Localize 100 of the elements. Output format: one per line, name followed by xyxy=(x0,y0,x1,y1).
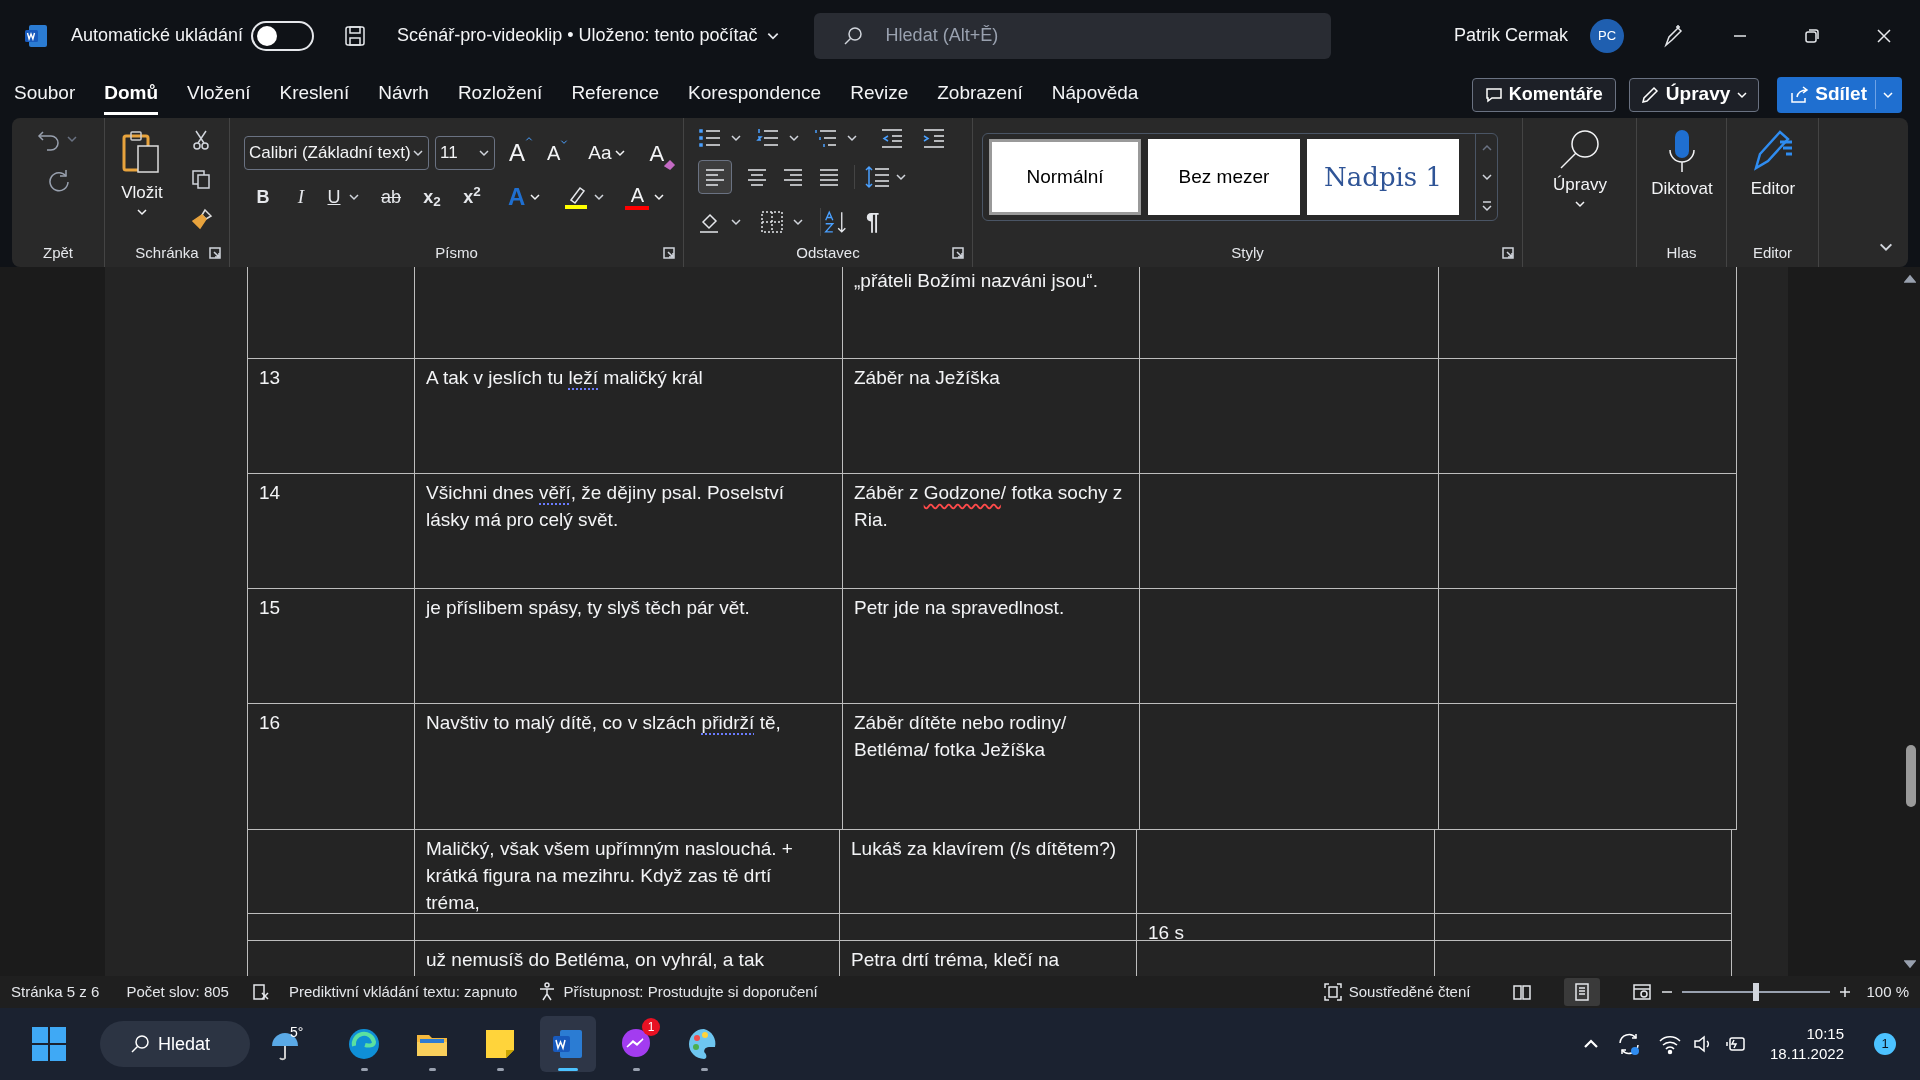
caret-icon[interactable] xyxy=(730,132,742,144)
editing-ribbon-button[interactable]: Úpravy xyxy=(1533,126,1627,210)
menu-tab[interactable]: Nápověda xyxy=(1051,74,1139,115)
menu-tab[interactable]: Soubor xyxy=(14,74,76,115)
page-count[interactable]: Stránka 5 z 6 xyxy=(11,980,100,1004)
menu-tab[interactable]: Korespondence xyxy=(688,74,822,115)
document-title[interactable]: Scénář-pro-videoklip • Uloženo: tento počítač xyxy=(397,22,780,49)
menu-tab[interactable]: Kreslení xyxy=(279,74,350,115)
italic-button[interactable]: I xyxy=(282,178,320,216)
user-avatar[interactable]: PC xyxy=(1590,18,1624,53)
editing-button[interactable]: Úpravy xyxy=(1628,77,1760,112)
caret-icon[interactable] xyxy=(792,216,804,228)
scroll-up-icon[interactable] xyxy=(1904,273,1916,285)
menu-tab[interactable]: Reference xyxy=(571,74,660,115)
word-count[interactable]: Počet slov: 805 xyxy=(126,980,229,1004)
predictive-text-status[interactable]: Prediktivní vkládání textu: zapnuto xyxy=(288,980,518,1004)
menu-tab[interactable]: Vložení xyxy=(187,74,251,115)
dialog-launcher-icon[interactable] xyxy=(209,247,221,259)
borders-icon[interactable] xyxy=(760,210,784,234)
cell-text: „přáteli Božími nazváni jsou“. xyxy=(854,269,1099,293)
eraser-icon xyxy=(664,157,677,170)
dialog-launcher-icon[interactable] xyxy=(1502,247,1514,259)
windows-start-icon[interactable] xyxy=(31,1026,67,1062)
underline-button[interactable]: U xyxy=(320,178,348,216)
super-button[interactable]: x$^{2}$ xyxy=(452,178,492,216)
share-button[interactable]: Sdílet xyxy=(1777,76,1902,113)
dictate-button[interactable]: Diktovat xyxy=(1639,128,1725,202)
caret-icon[interactable] xyxy=(412,147,424,159)
clock-date[interactable]: 18.11.2022 xyxy=(1770,1044,1844,1064)
proofing-icon[interactable] xyxy=(250,982,271,1002)
highlighter-icon[interactable] xyxy=(563,184,590,210)
bullet-list-icon[interactable] xyxy=(698,126,722,150)
style-option[interactable]: Nadpis 1 xyxy=(1307,139,1459,215)
line-spacing-icon[interactable] xyxy=(865,165,891,189)
editor-button[interactable]: Editor xyxy=(1729,128,1817,202)
search-field[interactable]: Hledat (Alt+Ě) xyxy=(813,12,1331,59)
caret-icon[interactable] xyxy=(348,191,360,203)
justify-icon[interactable] xyxy=(818,166,840,188)
save-icon[interactable] xyxy=(343,23,368,48)
menu-tab[interactable]: Revize xyxy=(850,74,909,115)
align-right-icon[interactable] xyxy=(782,166,804,188)
scrollbar-thumb[interactable] xyxy=(1906,745,1916,807)
sort-icon[interactable] xyxy=(820,208,848,236)
menu-tab[interactable]: Domů xyxy=(104,74,159,115)
cut-icon[interactable] xyxy=(191,130,211,150)
grow-font-button[interactable]: A xyxy=(509,135,533,171)
scroll-down-icon[interactable] xyxy=(1904,958,1916,970)
copy-icon[interactable] xyxy=(191,169,211,189)
clock-time[interactable]: 10:15 xyxy=(1806,1024,1844,1044)
more-styles-icon[interactable] xyxy=(1480,199,1493,212)
caret-icon[interactable] xyxy=(478,147,490,159)
zoom-slider[interactable] xyxy=(1682,983,1831,1001)
caret-icon[interactable] xyxy=(846,132,858,144)
increase-indent-icon[interactable] xyxy=(922,126,946,150)
strike-button[interactable]: ab xyxy=(370,178,412,216)
zoom-percentage[interactable]: 100 % xyxy=(1866,980,1909,1004)
brush-icon[interactable] xyxy=(191,208,213,230)
weather-widget[interactable]: 5° xyxy=(270,1022,314,1066)
caret-icon[interactable] xyxy=(730,216,742,228)
word-icon[interactable] xyxy=(23,22,49,49)
close-icon[interactable] xyxy=(1876,27,1892,44)
sub-button[interactable]: x$_{2}$ xyxy=(412,178,452,216)
paste-button[interactable]: Vložit xyxy=(113,130,171,226)
focus-mode-button[interactable]: Soustředěné čtení xyxy=(1322,980,1471,1004)
menu-tab[interactable]: Rozložení xyxy=(457,74,543,115)
scroll-down-icon[interactable] xyxy=(1480,171,1493,183)
cell-text: Záběr z Godzone/ fotka sochy z Ria. xyxy=(854,481,1124,532)
font-color-button[interactable]: A xyxy=(625,184,666,210)
restore-icon[interactable] xyxy=(1804,27,1820,44)
cell-text: 16 xyxy=(259,711,282,735)
accessibility-status[interactable]: Přístupnost: Prostudujte si doporučení xyxy=(537,980,818,1004)
dialog-launcher-icon[interactable] xyxy=(952,247,964,259)
caret-icon[interactable] xyxy=(593,191,606,203)
style-option[interactable]: Normální xyxy=(989,139,1141,215)
bold-button[interactable]: B xyxy=(244,178,282,216)
comments-button[interactable]: Komentáře xyxy=(1471,77,1616,112)
menu-tab[interactable]: Zobrazení xyxy=(937,74,1023,115)
caret-icon[interactable] xyxy=(895,171,907,183)
messenger-taskbar-button[interactable]: 1 xyxy=(608,1016,664,1072)
shrink-font-button[interactable]: A xyxy=(547,138,569,168)
print-view-button[interactable] xyxy=(1564,978,1601,1006)
zoom-in-icon[interactable] xyxy=(1838,985,1853,999)
font-size-dropdown[interactable]: 11 xyxy=(435,136,495,170)
change-case-button[interactable]: Aa xyxy=(588,138,626,168)
zoom-slider-thumb[interactable] xyxy=(1753,983,1760,1001)
taskbar-search[interactable]: Hledat xyxy=(100,1021,250,1067)
align-center-icon[interactable] xyxy=(746,166,768,188)
word-taskbar-button[interactable] xyxy=(540,1016,596,1072)
clear-formatting-button[interactable]: A xyxy=(649,136,677,170)
caret-icon[interactable] xyxy=(788,132,800,144)
cell-text: Maličký, však všem upřímným naslouchá. + krátká figura na mezihru. Když zas tě drtí tréma, xyxy=(426,837,794,913)
style-option[interactable]: Bez mezer xyxy=(1148,139,1300,215)
decrease-indent-icon[interactable] xyxy=(880,126,904,150)
show-formatting-button[interactable]: ¶ xyxy=(866,204,880,240)
font-family-dropdown[interactable]: Calibri (Základní text) xyxy=(244,136,429,170)
menu-tab[interactable]: Návrh xyxy=(378,74,429,115)
autosave-toggle[interactable] xyxy=(251,20,315,51)
dialog-launcher-icon[interactable] xyxy=(663,247,675,259)
align-left-button[interactable] xyxy=(698,160,732,194)
notification-count[interactable]: 1 xyxy=(1874,1033,1896,1055)
